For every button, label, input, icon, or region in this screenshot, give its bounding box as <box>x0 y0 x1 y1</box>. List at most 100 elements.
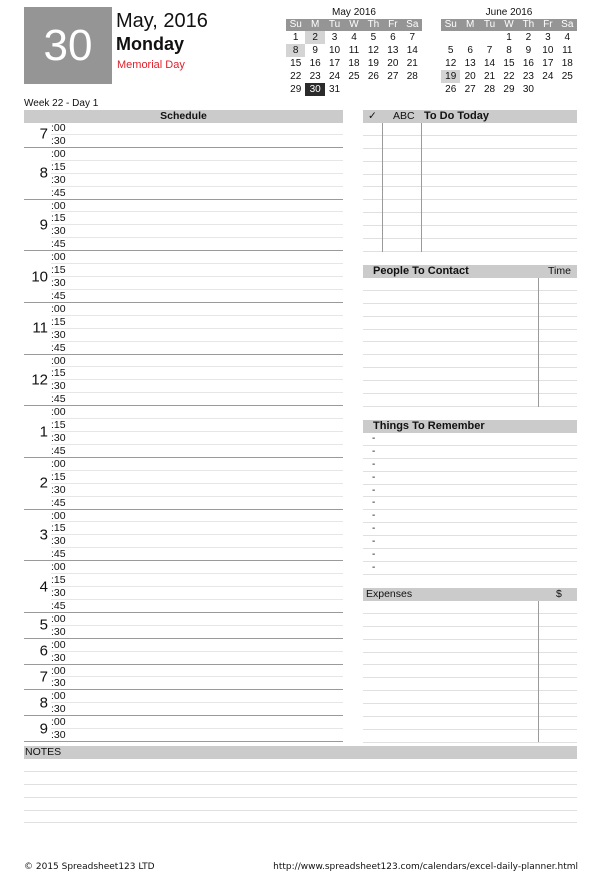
time-slot[interactable]: :30 <box>51 484 343 497</box>
todo-row[interactable] <box>363 226 577 240</box>
time-slot[interactable]: :45 <box>51 548 343 561</box>
calendar-day[interactable]: 10 <box>325 44 344 57</box>
contact-row[interactable] <box>363 355 577 369</box>
calendar-day[interactable]: 21 <box>480 70 499 83</box>
remember-row[interactable]: - <box>363 510 577 524</box>
calendar-day[interactable]: 4 <box>558 31 577 44</box>
remember-row[interactable]: - <box>363 433 577 446</box>
time-slot[interactable]: :30 <box>51 535 343 549</box>
calendar-day[interactable]: 29 <box>286 83 305 96</box>
calendar-day[interactable]: 28 <box>403 70 422 83</box>
time-slot[interactable]: :15 <box>51 212 343 226</box>
time-slot[interactable]: :30 <box>51 174 343 187</box>
time-slot[interactable]: :15 <box>51 316 343 329</box>
time-slot[interactable]: :45 <box>51 238 343 251</box>
expense-row[interactable] <box>363 717 577 730</box>
calendar-day[interactable]: 30 <box>519 83 538 96</box>
calendar-day[interactable]: 20 <box>383 57 402 70</box>
time-slot[interactable]: :30 <box>51 703 343 716</box>
time-slot[interactable]: :45 <box>51 290 343 303</box>
calendar-day[interactable]: 26 <box>364 70 383 83</box>
todo-row[interactable] <box>363 239 577 252</box>
expense-row[interactable] <box>363 665 577 679</box>
notes-line[interactable] <box>24 811 577 824</box>
calendar-day[interactable]: 25 <box>558 70 577 83</box>
calendar-day[interactable]: 11 <box>344 44 363 57</box>
todo-row[interactable] <box>363 200 577 214</box>
time-slot[interactable]: :00 <box>51 716 343 730</box>
contact-row[interactable] <box>363 291 577 304</box>
time-slot[interactable]: :30 <box>51 380 343 394</box>
calendar-day[interactable]: 4 <box>344 31 363 44</box>
contact-row[interactable] <box>363 317 577 330</box>
remember-row[interactable]: - <box>363 536 577 550</box>
calendar-day[interactable]: 11 <box>558 44 577 57</box>
notes-line[interactable] <box>24 772 577 785</box>
calendar-day[interactable]: 6 <box>383 31 402 44</box>
time-slot[interactable]: :30 <box>51 729 343 742</box>
calendar-day[interactable]: 1 <box>286 31 305 44</box>
time-slot[interactable]: :30 <box>51 652 343 665</box>
time-slot[interactable]: :30 <box>51 587 343 600</box>
calendar-day[interactable]: 7 <box>480 44 499 57</box>
time-slot[interactable]: :30 <box>51 135 343 148</box>
contact-row[interactable] <box>363 342 577 356</box>
time-slot[interactable]: :30 <box>51 432 343 445</box>
todo-row[interactable] <box>363 149 577 162</box>
calendar-day[interactable]: 8 <box>499 44 518 57</box>
todo-row[interactable] <box>363 187 577 201</box>
calendar-day[interactable]: 2 <box>305 31 325 44</box>
notes-line[interactable] <box>24 798 577 811</box>
time-slot[interactable]: :00 <box>51 303 343 316</box>
footer-url[interactable]: http://www.spreadsheet123.com/calendars/… <box>273 862 578 872</box>
time-slot[interactable]: :30 <box>51 277 343 290</box>
time-slot[interactable]: :15 <box>51 264 343 277</box>
calendar-day[interactable]: 12 <box>441 57 460 70</box>
calendar-day[interactable]: 17 <box>538 57 557 70</box>
calendar-day[interactable]: 5 <box>441 44 460 57</box>
time-slot[interactable]: :00 <box>51 613 343 626</box>
calendar-day[interactable]: 29 <box>499 83 518 96</box>
expense-row[interactable] <box>363 640 577 653</box>
calendar-day[interactable]: 1 <box>499 31 518 44</box>
calendar-day[interactable]: 22 <box>286 70 305 83</box>
contact-row[interactable] <box>363 381 577 395</box>
calendar-day[interactable]: 31 <box>325 83 344 96</box>
time-slot[interactable]: :00 <box>51 355 343 368</box>
contact-row[interactable] <box>363 330 577 343</box>
time-slot[interactable]: :15 <box>51 471 343 484</box>
calendar-day[interactable]: 14 <box>403 44 422 57</box>
time-slot[interactable]: :15 <box>51 522 343 536</box>
remember-row[interactable]: - <box>363 472 577 485</box>
time-slot[interactable]: :15 <box>51 161 343 174</box>
remember-row[interactable]: - <box>363 497 577 511</box>
time-slot[interactable]: :00 <box>51 406 343 420</box>
calendar-day[interactable]: 9 <box>305 44 324 57</box>
calendar-day[interactable]: 19 <box>364 57 383 70</box>
expense-row[interactable] <box>363 730 577 743</box>
calendar-day[interactable]: 13 <box>383 44 402 57</box>
calendar-day[interactable]: 18 <box>558 57 577 70</box>
time-slot[interactable]: :00 <box>51 639 343 652</box>
calendar-day[interactable]: 15 <box>499 57 518 70</box>
time-slot[interactable]: :45 <box>51 393 343 406</box>
expense-row[interactable] <box>363 614 577 627</box>
calendar-day[interactable]: 27 <box>460 83 479 96</box>
calendar-day[interactable]: 24 <box>538 70 557 83</box>
expense-row[interactable] <box>363 653 577 666</box>
time-slot[interactable]: :45 <box>51 600 343 613</box>
calendar-day[interactable]: 15 <box>286 57 305 70</box>
calendar-day[interactable]: 3 <box>538 31 557 44</box>
todo-row[interactable] <box>363 136 577 149</box>
notes-line[interactable] <box>24 759 577 772</box>
calendar-day-selected[interactable]: 30 <box>305 83 325 96</box>
time-slot[interactable]: :45 <box>51 187 343 200</box>
time-slot[interactable]: :15 <box>51 419 343 432</box>
time-slot[interactable]: :15 <box>51 574 343 587</box>
remember-row[interactable]: - <box>363 523 577 537</box>
contact-row[interactable] <box>363 368 577 382</box>
expense-row[interactable] <box>363 627 577 640</box>
calendar-day[interactable]: 3 <box>325 31 344 44</box>
expense-row[interactable] <box>363 691 577 705</box>
contact-row[interactable] <box>363 394 577 407</box>
